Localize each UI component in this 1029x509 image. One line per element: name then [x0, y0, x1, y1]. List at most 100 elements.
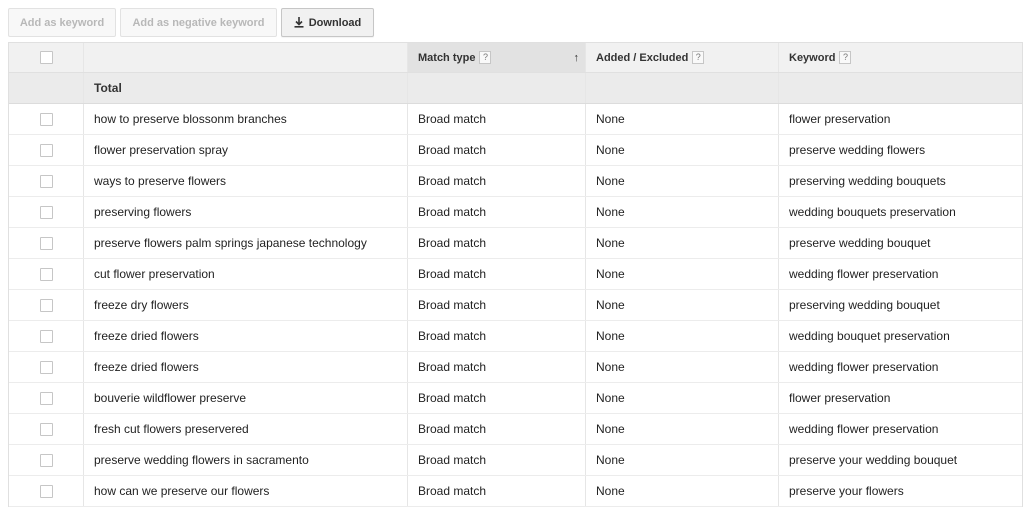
- keyword-header[interactable]: Keyword ?: [779, 43, 1022, 72]
- search-term-cell: freeze dried flowers: [84, 352, 408, 382]
- table-row[interactable]: freeze dried flowers Broad match None weddi…: [9, 321, 1022, 352]
- match-type-header[interactable]: Match type ? ↑: [408, 43, 586, 72]
- search-term-cell: freeze dried flowers: [84, 321, 408, 351]
- keyword-help-icon[interactable]: ?: [839, 51, 852, 64]
- added-excluded-cell: None: [586, 228, 779, 258]
- keyword-cell: preserve your flowers: [789, 484, 904, 498]
- keyword-cell: wedding flower preservation: [789, 360, 939, 374]
- match-type-cell: Broad match: [408, 197, 586, 227]
- match-type-cell: Broad match: [408, 166, 586, 196]
- added-excluded-cell: None: [586, 445, 779, 475]
- row-checkbox[interactable]: [39, 298, 53, 312]
- table-row[interactable]: cut flower preservation Broad match None we…: [9, 259, 1022, 290]
- row-checkbox[interactable]: [39, 236, 53, 250]
- row-checkbox[interactable]: [39, 391, 53, 405]
- row-checkbox[interactable]: [39, 143, 53, 157]
- table-body: how to preserve blossonm branches Broad m…: [9, 104, 1022, 507]
- table-row[interactable]: freeze dried flowers Broad match None weddi…: [9, 352, 1022, 383]
- table-row[interactable]: preserve wedding flowers in sacramento Br…: [9, 445, 1022, 476]
- added-excluded-cell: None: [586, 321, 779, 351]
- add-as-negative-keyword-button[interactable]: Add as negative keyword: [120, 8, 277, 37]
- download-button[interactable]: Download: [281, 8, 374, 37]
- row-checkbox[interactable]: [39, 112, 53, 126]
- match-type-cell: Broad match: [408, 228, 586, 258]
- match-type-cell: Broad match: [408, 383, 586, 413]
- search-term-cell: how to preserve blossonm branches: [84, 104, 408, 134]
- keyword-cell: preserving wedding bouquet: [789, 298, 940, 312]
- keyword-cell: preserve wedding bouquet: [789, 236, 931, 250]
- added-excluded-cell: None: [586, 135, 779, 165]
- added-excluded-cell: None: [586, 166, 779, 196]
- row-checkbox-cell: [9, 197, 84, 227]
- added-excluded-header-label: Added / Excluded: [596, 51, 689, 64]
- match-type-cell: Broad match: [408, 414, 586, 444]
- download-label: Download: [308, 16, 362, 29]
- added-excluded-cell: None: [586, 259, 779, 289]
- search-term-header: [84, 43, 408, 72]
- search-term-cell: preserve flowers palm springs japanese t…: [84, 228, 408, 258]
- total-added-cell: [586, 73, 779, 103]
- added-excluded-cell: None: [586, 383, 779, 413]
- keyword-table: Match type ? ↑ Added / Excluded ? Keywor…: [8, 42, 1023, 507]
- search-term-cell: freeze dry flowers: [84, 290, 408, 320]
- keyword-cell: preserve wedding flowers: [789, 143, 926, 157]
- added-excluded-cell: None: [586, 104, 779, 134]
- table-row[interactable]: bouverie wildflower preserve Broad match N…: [9, 383, 1022, 414]
- row-checkbox[interactable]: [39, 422, 53, 436]
- table-row[interactable]: ways to preserve flowers Broad match None p…: [9, 166, 1022, 197]
- added-excluded-help-icon[interactable]: ?: [692, 51, 705, 64]
- match-type-cell: Broad match: [408, 321, 586, 351]
- table-row[interactable]: how can we preserve our flowers Broad mat…: [9, 476, 1022, 507]
- download-icon: [294, 17, 304, 28]
- table-row[interactable]: how to preserve blossonm branches Broad m…: [9, 104, 1022, 135]
- match-type-cell: Broad match: [408, 445, 586, 475]
- total-row: Total: [9, 73, 1022, 104]
- keyword-cell: preserving wedding bouquets: [789, 174, 946, 188]
- table-row[interactable]: flower preservation spray Broad match None…: [9, 135, 1022, 166]
- row-checkbox-cell: [9, 414, 84, 444]
- search-term-cell: how can we preserve our flowers: [84, 476, 408, 506]
- table-header-row: Match type ? ↑ Added / Excluded ? Keywor…: [9, 42, 1022, 73]
- row-checkbox-cell: [9, 166, 84, 196]
- table-row[interactable]: fresh cut flowers preservered Broad match…: [9, 414, 1022, 445]
- search-term-cell: bouverie wildflower preserve: [84, 383, 408, 413]
- keyword-cell: wedding bouquet preservation: [789, 329, 950, 343]
- row-checkbox-cell: [9, 135, 84, 165]
- row-checkbox[interactable]: [39, 205, 53, 219]
- row-checkbox[interactable]: [39, 329, 53, 343]
- search-term-cell: fresh cut flowers preservered: [84, 414, 408, 444]
- match-type-help-icon[interactable]: ?: [479, 51, 492, 64]
- search-term-cell: ways to preserve flowers: [84, 166, 408, 196]
- row-checkbox[interactable]: [39, 484, 53, 498]
- match-type-cell: Broad match: [408, 259, 586, 289]
- match-type-cell: Broad match: [408, 476, 586, 506]
- added-excluded-cell: None: [586, 476, 779, 506]
- total-checkbox-cell: [9, 73, 84, 103]
- match-type-header-label: Match type: [418, 51, 476, 64]
- table-row[interactable]: freeze dry flowers Broad match None preserv…: [9, 290, 1022, 321]
- added-excluded-header[interactable]: Added / Excluded ?: [586, 43, 779, 72]
- row-checkbox-cell: [9, 259, 84, 289]
- total-keyword-cell: [779, 73, 1022, 103]
- row-checkbox[interactable]: [39, 174, 53, 188]
- keyword-cell: wedding flower preservation: [789, 422, 939, 436]
- keyword-cell: wedding bouquets preservation: [789, 205, 956, 219]
- row-checkbox[interactable]: [39, 360, 53, 374]
- row-checkbox[interactable]: [39, 453, 53, 467]
- keyword-cell: flower preservation: [789, 112, 891, 126]
- search-term-cell: flower preservation spray: [84, 135, 408, 165]
- match-type-cell: Broad match: [408, 352, 586, 382]
- row-checkbox-cell: [9, 352, 84, 382]
- row-checkbox-cell: [9, 290, 84, 320]
- total-label: Total: [84, 73, 408, 103]
- search-term-cell: cut flower preservation: [84, 259, 408, 289]
- select-all-checkbox[interactable]: [39, 51, 53, 64]
- keyword-header-label: Keyword: [789, 51, 836, 64]
- match-type-cell: Broad match: [408, 135, 586, 165]
- table-row[interactable]: preserving flowers Broad match None wedding…: [9, 197, 1022, 228]
- row-checkbox[interactable]: [39, 267, 53, 281]
- row-checkbox-cell: [9, 228, 84, 258]
- table-row[interactable]: preserve flowers palm springs japanese t…: [9, 228, 1022, 259]
- add-as-keyword-button[interactable]: Add as keyword: [8, 8, 116, 37]
- row-checkbox-cell: [9, 104, 84, 134]
